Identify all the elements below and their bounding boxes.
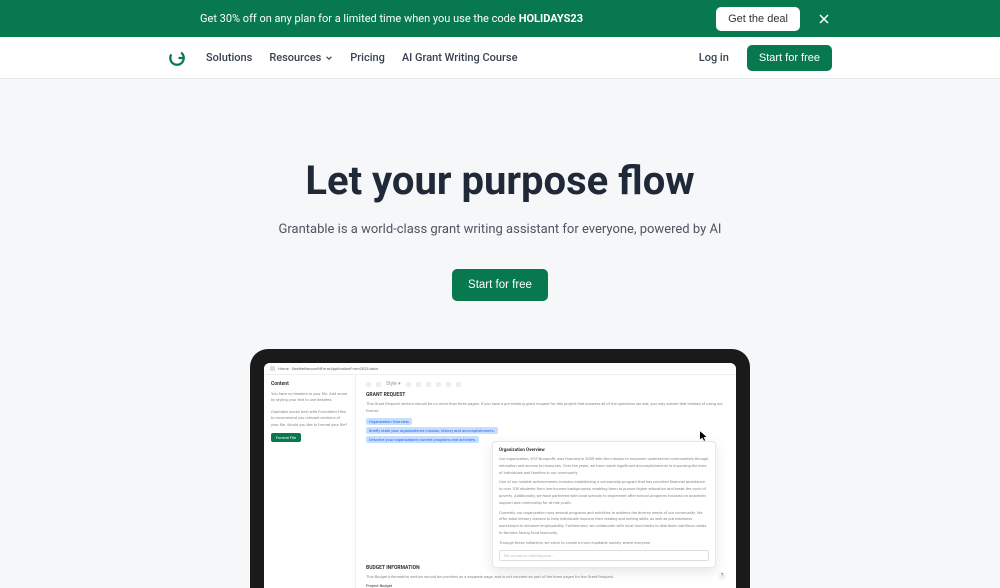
app-breadcrumb: Home · SeattleNonprofitFormApplicationFo… [264,363,736,375]
hero-title: Let your purpose flow [0,157,1000,204]
header-right: Log in Start for free [699,45,832,71]
header-nav: Solutions Resources Pricing AI Grant Wri… [0,37,1000,79]
nav-course[interactable]: AI Grant Writing Course [402,51,518,64]
doc-section-title: GRANT REQUEST [366,392,726,398]
nav-label: Pricing [350,51,385,64]
nav-label: Solutions [206,51,252,64]
login-link[interactable]: Log in [699,51,729,64]
promo-message: Get 30% off on any plan for a limited ti… [200,12,516,25]
list-icon [436,382,441,387]
nav-pricing[interactable]: Pricing [350,51,385,64]
promo-code: HOLIDAYS23 [519,12,583,25]
hero-section: Let your purpose flow Grantable is a wor… [0,79,1000,301]
app-sidebar: Content You have no headers in your file… [264,363,356,588]
editor-toolbar: Style ▾ [366,381,726,387]
tablet-frame: Home · SeattleNonprofitFormApplicationFo… [250,349,750,588]
popup-input: Tell us how to edit/improve... [499,550,709,561]
app-main: Style ▾ GRANT REQUEST This Grant Request… [356,363,736,588]
popup-text: One of our notable achievements includes… [499,479,709,506]
cursor-icon [700,431,708,441]
link-icon [446,382,451,387]
close-banner-button[interactable] [818,13,830,25]
sidebar-text: Grantable works best with Formatted File… [271,409,348,428]
more-icon [456,382,461,387]
nav-resources[interactable]: Resources [269,51,333,64]
get-deal-button[interactable]: Get the deal [716,7,800,31]
header-left: Solutions Resources Pricing AI Grant Wri… [168,49,517,67]
sidebar-text: You have no headers in your file. Add so… [271,391,348,404]
home-icon [270,366,275,371]
help-button: ? [718,572,726,580]
hero-subtitle: Grantable is a world-class grant writing… [0,222,1000,237]
breadcrumb-text: Home · SeattleNonprofitFormApplicationFo… [278,366,378,371]
doc-highlight: Briefly state your organization's missio… [366,427,498,434]
doc-text: This Grant Request section should be no … [366,401,726,415]
underline-icon [426,382,431,387]
promo-text: Get 30% off on any plan for a limited ti… [200,12,583,25]
start-free-button[interactable]: Start for free [747,45,832,71]
promo-banner: Get 30% off on any plan for a limited ti… [0,0,1000,37]
nav-items: Solutions Resources Pricing AI Grant Wri… [206,51,517,64]
format-file-button: Format File [271,433,301,442]
popup-text: Currently, our organization runs several… [499,510,709,537]
undo-icon [366,382,371,387]
popup-text: Through these initiatives, we strive to … [499,540,709,547]
popup-title: Organization Overview [499,448,709,453]
ai-popup-panel: Organization Overview Our organization, … [492,441,716,568]
nav-label: AI Grant Writing Course [402,51,518,64]
tablet-screen: Content You have no headers in your file… [264,363,736,588]
promo-right: Get the deal [716,7,830,31]
popup-text: Our organization, XYZ Nonprofit, was fou… [499,456,709,476]
doc-subheading: Project Budget [366,583,726,588]
nav-label: Resources [269,51,321,64]
style-label: Style ▾ [386,381,401,387]
close-icon [818,13,830,25]
logo-icon [168,49,186,67]
preview-container: Home · SeattleNonprofitFormApplicationFo… [0,349,1000,588]
redo-icon [376,382,381,387]
bold-icon [406,382,411,387]
hero-cta-button[interactable]: Start for free [452,269,548,301]
chevron-down-icon [325,54,333,62]
doc-highlight: Organization Overview [366,418,412,425]
logo[interactable] [168,49,186,67]
sidebar-title: Content [271,381,348,387]
doc-highlight: Describe your organization's current pro… [366,436,479,443]
doc-text: This Budget Information section should b… [366,574,726,581]
italic-icon [416,382,421,387]
nav-solutions[interactable]: Solutions [206,51,252,64]
